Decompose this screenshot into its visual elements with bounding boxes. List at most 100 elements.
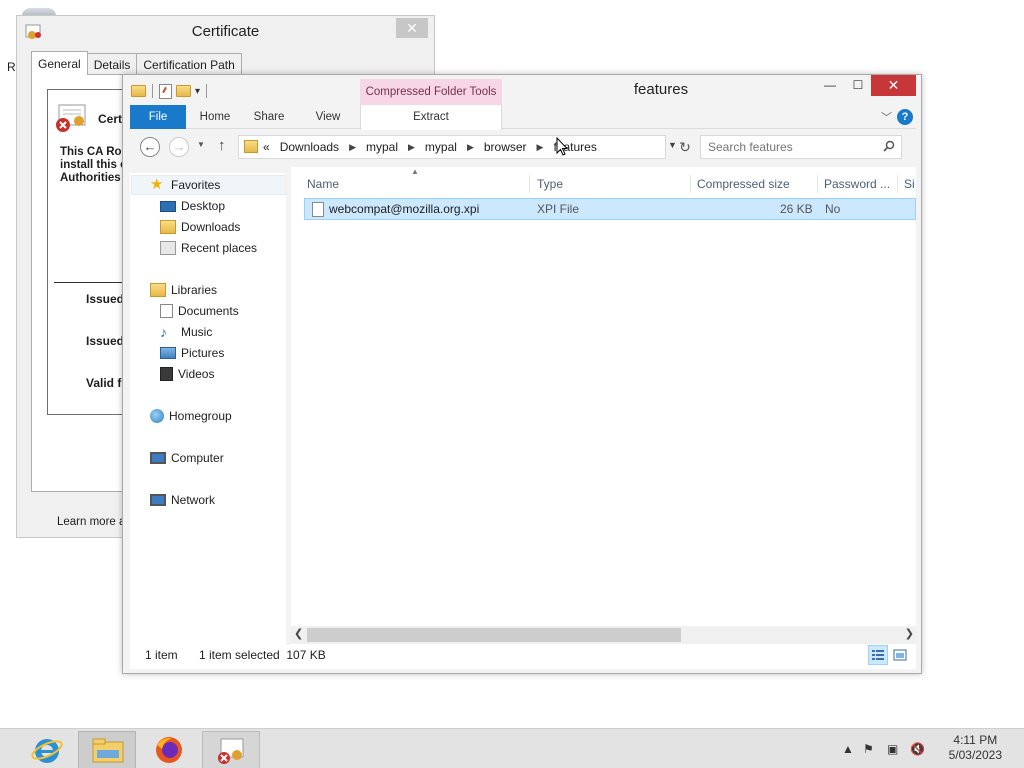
tab-general[interactable]: General xyxy=(31,51,88,75)
close-button[interactable]: ✕ xyxy=(871,75,916,96)
sidebar-item-recent-places[interactable]: Recent places xyxy=(160,238,257,258)
column-divider[interactable] xyxy=(529,175,530,193)
sidebar-item-label: Downloads xyxy=(181,220,241,234)
sidebar-item-favorites[interactable]: ★ Favorites xyxy=(131,175,286,195)
chevron-right-icon[interactable]: ▶ xyxy=(408,136,415,158)
column-header-password[interactable]: Password ... xyxy=(824,173,890,195)
mouse-cursor-icon xyxy=(556,137,568,156)
sort-ascending-icon: ▲ xyxy=(411,167,419,176)
sidebar-item-downloads[interactable]: Downloads xyxy=(160,217,240,237)
folder-icon xyxy=(244,140,258,153)
action-center-flag-icon[interactable]: ⚑ xyxy=(863,742,874,756)
breadcrumb-item[interactable]: Downloads xyxy=(280,136,339,158)
breadcrumb-item[interactable]: browser xyxy=(484,136,527,158)
certificate-error-icon xyxy=(56,104,86,132)
address-bar[interactable]: « Downloads ▶ mypal ▶ mypal ▶ browser ▶ … xyxy=(238,135,666,159)
show-hidden-icons-chevron-icon[interactable]: ▲ xyxy=(842,742,854,756)
large-icons-view-button[interactable] xyxy=(890,645,910,665)
documents-icon xyxy=(160,304,173,318)
file-explorer-icon xyxy=(92,738,124,763)
minimize-button[interactable]: — xyxy=(816,75,844,96)
network-status-icon[interactable]: ▣ xyxy=(887,742,898,756)
taskbar-internet-explorer[interactable] xyxy=(18,731,76,768)
tab-share[interactable]: Share xyxy=(244,105,294,129)
sidebar-item-libraries[interactable]: Libraries xyxy=(150,280,217,300)
breadcrumb-item[interactable]: mypal xyxy=(425,136,457,158)
status-bar: 1 item 1 item selected 107 KB xyxy=(130,645,916,669)
folder-icon xyxy=(131,85,146,97)
new-folder-icon[interactable] xyxy=(176,85,191,97)
back-button[interactable]: ← xyxy=(140,137,160,157)
maximize-button[interactable]: ☐ xyxy=(844,75,872,96)
downloads-icon xyxy=(160,220,176,234)
explorer-window[interactable]: ▾ Compressed Folder Tools features — ☐ ✕… xyxy=(122,74,922,674)
tab-home[interactable]: Home xyxy=(190,105,240,129)
sidebar-item-computer[interactable]: Computer xyxy=(150,448,224,468)
item-count: 1 item xyxy=(145,648,178,662)
search-input[interactable] xyxy=(701,136,871,158)
taskbar-file-explorer[interactable] xyxy=(78,731,136,768)
sidebar-item-music[interactable]: ♪ Music xyxy=(160,322,212,342)
breadcrumb-item[interactable]: mypal xyxy=(366,136,398,158)
certificate-close-button[interactable]: ✕ xyxy=(396,18,428,38)
sidebar-item-homegroup[interactable]: Homegroup xyxy=(150,406,232,426)
recent-places-icon xyxy=(160,241,176,255)
forward-button[interactable]: → xyxy=(169,137,189,157)
tab-view[interactable]: View xyxy=(302,105,354,129)
quick-access-toolbar: ▾ xyxy=(131,81,209,101)
firefox-icon xyxy=(156,737,182,763)
network-icon xyxy=(150,494,166,506)
scroll-right-icon[interactable]: ❯ xyxy=(905,627,914,640)
search-icon[interactable] xyxy=(883,140,895,152)
column-divider[interactable] xyxy=(817,175,818,193)
sidebar-item-desktop[interactable]: Desktop xyxy=(160,196,225,216)
tab-certification-path[interactable]: Certification Path xyxy=(136,53,242,75)
valid-from-label: Valid fr xyxy=(86,376,122,390)
videos-icon xyxy=(160,367,173,381)
file-compressed-size: 26 KB xyxy=(780,202,813,216)
sidebar-item-videos[interactable]: Videos xyxy=(160,364,214,384)
column-divider[interactable] xyxy=(897,175,898,193)
table-row[interactable]: webcompat@mozilla.org.xpi XPI File 26 KB… xyxy=(304,198,916,220)
sidebar-item-label: Videos xyxy=(178,367,215,381)
sidebar-item-documents[interactable]: Documents xyxy=(160,301,239,321)
volume-muted-icon[interactable]: 🔇 xyxy=(910,742,925,756)
column-divider[interactable] xyxy=(690,175,691,193)
properties-icon[interactable] xyxy=(159,83,172,99)
taskbar-firefox[interactable] xyxy=(140,731,198,768)
scrollbar-thumb[interactable] xyxy=(307,628,681,642)
computer-icon xyxy=(150,452,166,464)
breadcrumb-overflow[interactable]: « xyxy=(263,136,270,158)
expand-ribbon-chevron-icon[interactable]: ﹀ xyxy=(881,109,892,125)
scroll-left-icon[interactable]: ❮ xyxy=(294,627,303,640)
libraries-icon xyxy=(150,283,166,297)
column-header-size[interactable]: Si xyxy=(904,173,915,195)
chevron-right-icon[interactable]: ▶ xyxy=(537,136,544,158)
help-icon[interactable]: ? xyxy=(897,109,913,125)
sidebar-item-network[interactable]: Network xyxy=(150,490,215,510)
issued-by-label: Issued xyxy=(86,334,122,348)
sidebar-item-label: Homegroup xyxy=(169,409,232,423)
customize-toolbar-chevron-icon[interactable]: ▾ xyxy=(195,86,200,97)
tab-file[interactable]: File xyxy=(130,105,186,129)
taskbar-certificate[interactable] xyxy=(202,731,260,768)
chevron-right-icon[interactable]: ▶ xyxy=(467,136,474,158)
details-view-button[interactable] xyxy=(868,645,888,665)
details-view-icon xyxy=(872,650,884,660)
sidebar-item-label: Music xyxy=(181,325,213,339)
up-button[interactable]: ↑ xyxy=(218,137,226,154)
recent-locations-chevron-icon[interactable]: ▼ xyxy=(197,140,205,149)
system-clock[interactable]: 4:11 PM 5/03/2023 xyxy=(949,733,1002,763)
tab-extract[interactable]: Extract xyxy=(360,105,502,130)
pictures-icon xyxy=(160,347,176,359)
refresh-icon[interactable]: ↻ xyxy=(676,135,694,159)
chevron-right-icon[interactable]: ▶ xyxy=(349,136,356,158)
horizontal-scrollbar[interactable]: ❮ ❯ xyxy=(291,626,916,644)
column-header-compressed-size[interactable]: Compressed size xyxy=(697,173,790,195)
column-header-type[interactable]: Type xyxy=(537,173,563,195)
tab-details[interactable]: Details xyxy=(86,53,138,75)
breadcrumb: « Downloads ▶ mypal ▶ mypal ▶ browser ▶ … xyxy=(263,136,597,158)
navigation-bar: ← → ▼ ↑ « Downloads ▶ mypal ▶ mypal ▶ br… xyxy=(130,133,916,161)
column-header-name[interactable]: Name xyxy=(307,173,339,195)
sidebar-item-pictures[interactable]: Pictures xyxy=(160,343,224,363)
